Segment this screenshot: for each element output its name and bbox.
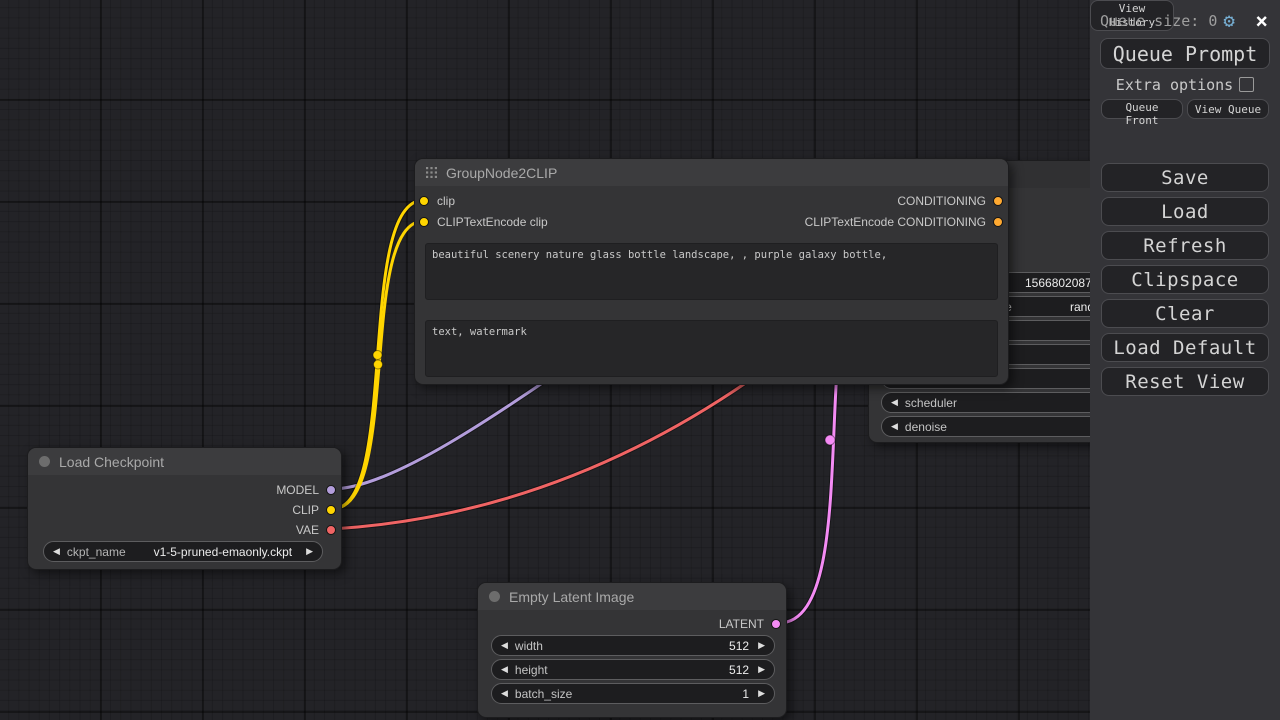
decrement-arrow-icon[interactable]: ◀: [501, 641, 508, 650]
height-label: height: [515, 663, 548, 677]
input-label: CLIPTextEncode clip: [437, 215, 548, 229]
load-button[interactable]: Load: [1101, 197, 1269, 226]
comfyui-app: 1566802087 control_after_generate random…: [0, 0, 1280, 720]
output-slot-latent: LATENT: [719, 617, 764, 631]
output-slot-conditioning: CONDITIONING: [897, 194, 986, 208]
output-slot-model: MODEL: [276, 483, 319, 497]
empty-latent-image-header[interactable]: Empty Latent Image: [478, 583, 786, 610]
increment-arrow-icon[interactable]: ▶: [758, 689, 765, 698]
groupnode2clip-header[interactable]: GroupNode2CLIP: [415, 159, 1008, 186]
queue-front-button[interactable]: Queue Front: [1101, 99, 1183, 119]
output-label: LATENT: [719, 617, 764, 631]
seed-value: 1566802087: [1025, 276, 1092, 290]
graph-canvas[interactable]: 1566802087 control_after_generate random…: [0, 0, 1280, 720]
output-port-vae[interactable]: [326, 525, 336, 535]
node-title: Load Checkpoint: [59, 454, 164, 470]
negative-prompt-textarea[interactable]: text, watermark: [425, 320, 998, 377]
output-label: CLIP: [292, 503, 319, 517]
output-slot-vae: VAE: [296, 523, 319, 537]
width-widget[interactable]: ◀ width 512 ▶: [491, 635, 775, 656]
batch-size-value: 1: [742, 687, 749, 701]
collapse-dot-icon[interactable]: [39, 456, 50, 467]
output-label: MODEL: [276, 483, 319, 497]
clipspace-button[interactable]: Clipspace: [1101, 265, 1269, 294]
output-port-model[interactable]: [326, 485, 336, 495]
input-port-cliptextencode-clip[interactable]: [419, 217, 429, 227]
decrement-arrow-icon[interactable]: ◀: [501, 689, 508, 698]
load-checkpoint-header[interactable]: Load Checkpoint: [28, 448, 341, 475]
refresh-button[interactable]: Refresh: [1101, 231, 1269, 260]
decrement-arrow-icon[interactable]: ◀: [501, 665, 508, 674]
save-button[interactable]: Save: [1101, 163, 1269, 192]
output-port-conditioning[interactable]: [993, 196, 1003, 206]
load-default-button[interactable]: Load Default: [1101, 333, 1269, 362]
decrement-arrow-icon[interactable]: ◀: [53, 547, 60, 556]
close-icon[interactable]: ×: [1255, 11, 1268, 32]
decrement-arrow-icon[interactable]: ◀: [891, 398, 898, 407]
batch-size-widget[interactable]: ◀ batch_size 1 ▶: [491, 683, 775, 704]
view-queue-button[interactable]: View Queue: [1187, 99, 1269, 119]
output-port-cliptextencode-conditioning[interactable]: [993, 217, 1003, 227]
output-label: CLIPTextEncode CONDITIONING: [805, 215, 986, 229]
increment-arrow-icon[interactable]: ▶: [758, 665, 765, 674]
output-slot-clip: CLIP: [292, 503, 319, 517]
queue-size-row: Queue size: 0 ⚙ ×: [1100, 10, 1272, 32]
positive-prompt-textarea[interactable]: beautiful scenery nature glass bottle la…: [425, 243, 998, 300]
grid-icon: [426, 167, 437, 178]
node-load-checkpoint[interactable]: Load Checkpoint MODEL CLIP VAE ◀ ckpt_na…: [27, 447, 342, 570]
output-slot-cliptextencode-conditioning: CLIPTextEncode CONDITIONING: [805, 215, 986, 229]
batch-size-label: batch_size: [515, 687, 572, 701]
collapse-dot-icon[interactable]: [489, 591, 500, 602]
extra-options-label: Extra options: [1116, 76, 1233, 94]
reset-view-button[interactable]: Reset View: [1101, 367, 1269, 396]
comfy-menu: Queue size: 0 ⚙ × Queue Prompt Extra opt…: [1090, 0, 1280, 720]
node-title: Empty Latent Image: [509, 589, 634, 605]
input-slot-cliptextencode-clip: CLIPTextEncode clip: [437, 215, 548, 229]
settings-gear-icon[interactable]: ⚙: [1223, 12, 1234, 31]
extra-options-row: Extra options: [1090, 76, 1280, 93]
height-value: 512: [729, 663, 749, 677]
ckpt-name-widget[interactable]: ◀ ckpt_name v1-5-pruned-emaonly.ckpt ▶: [43, 541, 323, 562]
queue-prompt-button[interactable]: Queue Prompt: [1100, 38, 1270, 69]
latent-link-midpoint-dot[interactable]: [825, 435, 835, 445]
width-value: 512: [729, 639, 749, 653]
output-port-clip[interactable]: [326, 505, 336, 515]
clip-link-midpoint-dot[interactable]: [374, 360, 383, 369]
input-port-clip[interactable]: [419, 196, 429, 206]
width-label: width: [515, 639, 543, 653]
increment-arrow-icon[interactable]: ▶: [758, 641, 765, 650]
scheduler-label: scheduler: [905, 396, 957, 410]
clip-link-midpoint-dot[interactable]: [373, 351, 382, 360]
height-widget[interactable]: ◀ height 512 ▶: [491, 659, 775, 680]
node-title: GroupNode2CLIP: [446, 165, 557, 181]
output-label: CONDITIONING: [897, 194, 986, 208]
node-groupnode2clip[interactable]: GroupNode2CLIP clip CLIPTextEncode clip …: [414, 158, 1009, 385]
increment-arrow-icon[interactable]: ▶: [306, 547, 313, 556]
output-label: VAE: [296, 523, 319, 537]
clear-button[interactable]: Clear: [1101, 299, 1269, 328]
queue-size-label: Queue size: 0: [1100, 12, 1217, 30]
ckpt-name-value: v1-5-pruned-emaonly.ckpt: [154, 545, 293, 559]
decrement-arrow-icon[interactable]: ◀: [891, 422, 898, 431]
output-port-latent[interactable]: [771, 619, 781, 629]
node-empty-latent-image[interactable]: Empty Latent Image LATENT ◀ width 512 ▶ …: [477, 582, 787, 718]
extra-options-checkbox[interactable]: [1239, 77, 1254, 92]
denoise-label: denoise: [905, 420, 947, 434]
ckpt-name-label: ckpt_name: [67, 545, 126, 559]
input-slot-clip: clip: [437, 194, 455, 208]
input-label: clip: [437, 194, 455, 208]
